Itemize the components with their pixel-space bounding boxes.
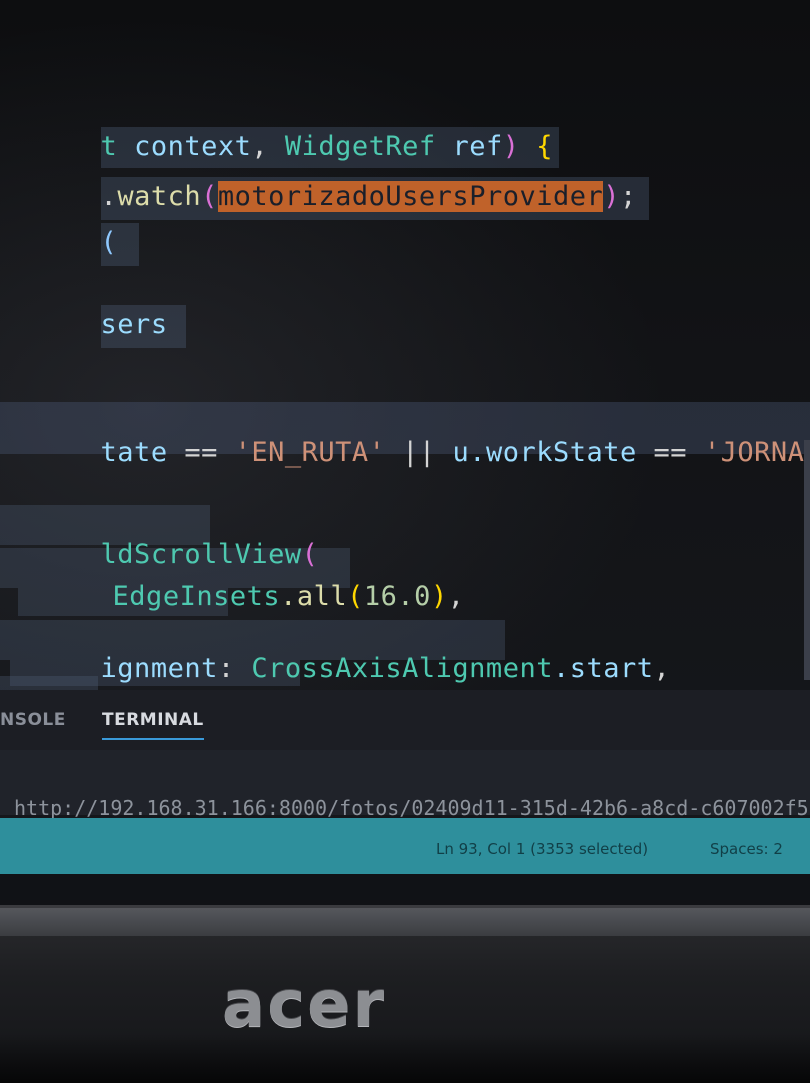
bezel-shadow bbox=[0, 1033, 810, 1083]
code-token: ) bbox=[430, 581, 448, 612]
code-token: ) bbox=[603, 181, 620, 212]
code-token: ( bbox=[347, 581, 364, 612]
code-token: 'EN_RUTA' bbox=[234, 437, 386, 468]
brand-logo: acer bbox=[222, 968, 387, 1042]
code-token: ( bbox=[100, 227, 118, 258]
code-token: == bbox=[636, 437, 704, 468]
cursor-position[interactable]: Ln 93, Col 1 (3353 selected) bbox=[436, 840, 648, 858]
code-token: 16.0 bbox=[363, 581, 431, 612]
tab-debug-console[interactable]: NSOLE bbox=[0, 710, 66, 730]
code-token: .start bbox=[552, 653, 654, 684]
panel-tab-bar: NSOLE TERMINAL bbox=[0, 690, 810, 751]
code-token: 'JORNADA_ACTIVA' bbox=[703, 437, 810, 468]
code-token: .all bbox=[280, 581, 348, 612]
code-token: tate bbox=[100, 437, 168, 468]
terminal-line: http://192.168.31.166:8000/fotos/02409d1… bbox=[14, 796, 809, 820]
code-token: .workState bbox=[469, 437, 637, 468]
code-token: ; bbox=[620, 181, 637, 212]
code-token: u bbox=[452, 437, 470, 468]
selected-text[interactable]: motorizadoUsersProvider bbox=[217, 181, 604, 212]
editor-scrollbar[interactable] bbox=[804, 440, 810, 680]
screen-edge bbox=[0, 874, 810, 905]
tab-terminal[interactable]: TERMINAL bbox=[102, 710, 204, 730]
monitor-screen: t context, WidgetRef ref) { .watch(motor… bbox=[0, 0, 810, 905]
indentation-setting[interactable]: Spaces: 2 bbox=[710, 840, 783, 858]
code-line[interactable]: tate == 'EN_RUTA' || u.workState == 'JOR… bbox=[0, 402, 810, 468]
code-token: , bbox=[653, 653, 671, 684]
monitor-bezel: acer bbox=[0, 905, 810, 1083]
code-token: , bbox=[447, 581, 465, 612]
code-token: == bbox=[167, 437, 235, 468]
code-line[interactable]: sers bbox=[0, 278, 186, 371]
code-token: ( bbox=[201, 181, 218, 212]
code-token: EdgeInsets bbox=[112, 581, 281, 612]
code-line[interactable]: ( bbox=[0, 196, 140, 289]
code-token: || bbox=[385, 437, 453, 468]
code-editor[interactable]: t context, WidgetRef ref) { .watch(motor… bbox=[0, 0, 810, 690]
code-token: CrossAxisAlignment bbox=[251, 653, 553, 684]
status-bar: Ln 93, Col 1 (3353 selected) Spaces: 2 bbox=[0, 818, 810, 874]
active-tab-indicator bbox=[102, 738, 204, 740]
code-token: sers bbox=[100, 309, 168, 340]
code-token: : bbox=[217, 653, 252, 684]
bezel-highlight bbox=[0, 908, 810, 936]
code-token: ignment bbox=[100, 653, 218, 684]
